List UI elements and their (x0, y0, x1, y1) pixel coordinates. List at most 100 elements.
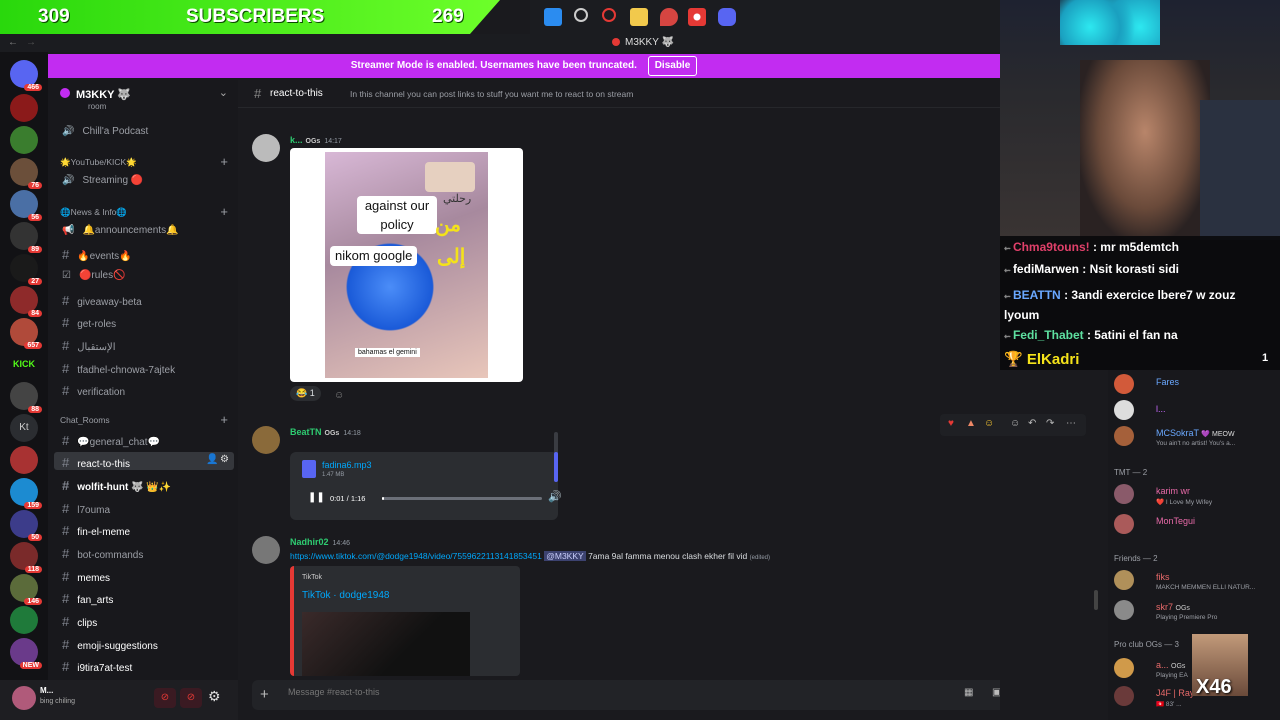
channel-istiqbal[interactable]: الإستقبال (62, 338, 115, 353)
channel-fin-el-meme[interactable]: fin-el-meme (62, 523, 130, 538)
add-channel-icon[interactable]: + (220, 154, 228, 169)
upload-plus-icon[interactable]: + (260, 686, 269, 703)
more-options-icon[interactable]: ⋯ (1066, 418, 1076, 429)
volume-icon[interactable]: 🔊 (548, 490, 562, 503)
pause-icon[interactable]: ❚❚ (308, 492, 325, 503)
windows-start-icon[interactable] (544, 8, 562, 26)
member-karim[interactable]: karim wr (1156, 486, 1190, 496)
channel-verification[interactable]: verification (62, 383, 125, 398)
add-channel-icon[interactable]: + (220, 412, 228, 427)
avatar[interactable] (252, 426, 280, 454)
avatar[interactable] (1114, 658, 1134, 678)
server-icon[interactable] (10, 126, 38, 154)
mute-mic-icon[interactable]: ⊘ (154, 688, 176, 708)
message-author[interactable]: BeatTN OGs 14:18 (290, 427, 361, 437)
server-icon[interactable]: 146 (10, 574, 42, 605)
channel-memes[interactable]: memes (62, 569, 110, 584)
channel-get-roles[interactable]: get-roles (62, 315, 116, 330)
member-f2[interactable]: skr7 OGs (1156, 602, 1190, 612)
channel-topic[interactable]: In this channel you can post links to st… (350, 89, 633, 99)
settings-gear-icon[interactable]: ⚙ (208, 688, 221, 705)
avatar[interactable] (1114, 570, 1134, 590)
member-l[interactable]: l... (1156, 404, 1166, 414)
category-chat-rooms[interactable]: Chat_Rooms (60, 415, 110, 425)
channel-i9tira7at[interactable]: i9tira7at-test (62, 659, 132, 674)
member-p1[interactable]: a... OGs (1156, 660, 1185, 670)
channel-giveaway[interactable]: giveaway-beta (62, 293, 141, 308)
channel-wolfit-hunt[interactable]: wolfit-hunt 🐺 👑✨ (62, 478, 171, 493)
avatar[interactable] (12, 686, 36, 710)
discord-icon[interactable] (718, 8, 736, 26)
forward-arrow-icon[interactable]: → (26, 37, 36, 48)
channel-general-chat[interactable]: 💬general_chat💬 (62, 433, 160, 448)
scrollbar-thumb[interactable] (1094, 590, 1098, 610)
chevron-down-icon[interactable]: ⌄ (219, 86, 228, 99)
reaction-chip[interactable]: 😂 1 (290, 386, 321, 401)
channel-streaming[interactable]: 🔊 Streaming 🔴 (62, 175, 143, 186)
server-icon[interactable]: 50 (10, 510, 42, 541)
message-author[interactable]: k... OGs 14:17 (290, 135, 342, 145)
channel-events[interactable]: 🔥events🔥 (62, 247, 131, 262)
gift-icon[interactable]: ▦ (964, 687, 973, 698)
channel-partial[interactable]: room (88, 102, 106, 111)
channel-emoji-suggestions[interactable]: emoji-suggestions (62, 637, 158, 652)
avatar[interactable] (252, 536, 280, 564)
disable-streamer-button[interactable]: Disable (647, 56, 698, 76)
avatar[interactable] (1114, 686, 1134, 706)
member-fares[interactable]: Fares (1156, 377, 1179, 387)
channel-bot-commands[interactable]: bot-commands (62, 546, 143, 561)
server-icon[interactable]: 657 (10, 318, 42, 349)
channel-fan-arts[interactable]: fan_arts (62, 591, 113, 606)
forward-icon[interactable]: ↷ (1046, 418, 1056, 429)
server-icon[interactable]: 159 (10, 478, 42, 509)
server-icon[interactable]: NEW (10, 638, 42, 669)
channel-l7ouma[interactable]: l7ouma (62, 501, 110, 516)
server-icon-kt[interactable]: Kt (10, 414, 38, 442)
avatar[interactable] (1114, 374, 1134, 394)
member-montegui[interactable]: MonTegui (1156, 516, 1195, 526)
invite-icon[interactable]: 👤 (206, 454, 218, 465)
server-icon[interactable]: 118 (10, 542, 42, 573)
volume-slider[interactable] (554, 432, 558, 482)
audio-progress-track[interactable] (382, 497, 542, 500)
back-arrow-icon[interactable]: ← (8, 37, 18, 48)
avatar[interactable] (1114, 514, 1134, 534)
avatar[interactable] (1114, 600, 1134, 620)
server-icon[interactable]: 89 (10, 222, 42, 253)
embed-title[interactable]: TikTok · dodge1948 (302, 590, 389, 601)
add-reaction-icon[interactable]: ☺ (334, 390, 344, 401)
add-reaction-icon[interactable]: ☺ (1010, 418, 1020, 429)
channel-tfadhel[interactable]: tfadhel-chnowa-7ajtek (62, 361, 175, 376)
gear-icon[interactable]: ⚙ (220, 454, 229, 465)
channel-clips[interactable]: clips (62, 614, 97, 629)
server-icon[interactable]: 88 (10, 382, 42, 413)
image-attachment[interactable]: against our policy nikom google من إلى ر… (290, 148, 523, 382)
server-icon[interactable]: 76 (10, 158, 42, 189)
mention[interactable]: @M3KKY (544, 551, 586, 561)
folder-icon[interactable] (630, 8, 648, 26)
channel-react-to-this[interactable]: react-to-this (62, 455, 130, 470)
category-youtube[interactable]: 🌟YouTube/KICK🌟 (60, 157, 137, 168)
message-input[interactable] (288, 687, 888, 697)
maps-pin-icon[interactable] (660, 8, 678, 26)
reply-icon[interactable]: ↶ (1028, 418, 1038, 429)
channel-announcements[interactable]: 📢 🔔announcements🔔 (62, 225, 179, 236)
server-icon-home[interactable]: 466 (10, 60, 42, 91)
server-icon[interactable] (10, 94, 38, 122)
member-mcsokrat[interactable]: MCSokraT 💜 MEOW (1156, 428, 1235, 438)
heart-reaction-icon[interactable]: ♥ (948, 418, 958, 429)
add-channel-icon[interactable]: + (220, 204, 228, 219)
laugh-reaction-icon[interactable]: ☺ (984, 418, 994, 429)
embed-video-thumbnail[interactable] (302, 612, 470, 676)
avatar[interactable] (1114, 484, 1134, 504)
category-news[interactable]: 🌐News & Info🌐 (60, 207, 127, 218)
server-icon[interactable]: 27 (10, 254, 42, 285)
tiktok-link[interactable]: https://www.tiktok.com/@dodge1948/video/… (290, 551, 542, 561)
channel-rules[interactable]: ☑ 🔴rules🚫 (62, 270, 126, 281)
avatar[interactable] (1114, 400, 1134, 420)
server-icon[interactable] (10, 606, 38, 634)
deafen-icon[interactable]: ⊘ (180, 688, 202, 708)
avatar[interactable] (252, 134, 280, 162)
avatar[interactable] (1114, 426, 1134, 446)
member-f1[interactable]: fiks (1156, 572, 1170, 582)
